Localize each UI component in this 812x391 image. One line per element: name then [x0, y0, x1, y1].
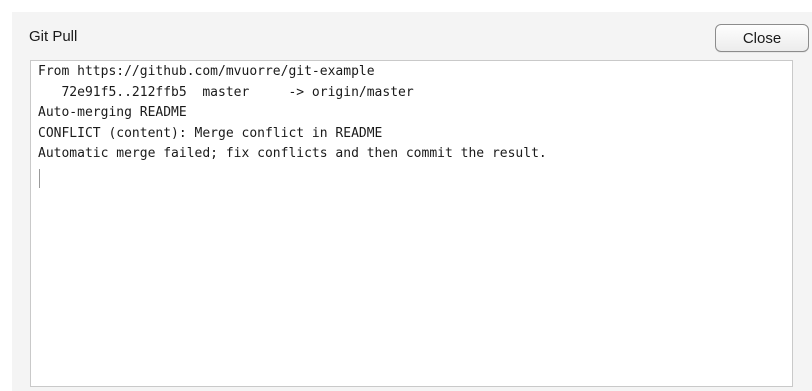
text-caret: [39, 169, 40, 188]
git-pull-dialog: Git Pull Close From https://github.com/m…: [12, 12, 812, 391]
close-button[interactable]: Close: [715, 24, 809, 52]
git-output-textarea[interactable]: From https://github.com/mvuorre/git-exam…: [30, 60, 793, 387]
output-line: 72e91f5..212ffb5 master -> origin/master: [38, 84, 414, 100]
output-line: CONFLICT (content): Merge conflict in RE…: [38, 125, 383, 141]
dialog-title: Git Pull: [29, 28, 78, 45]
output-line: Automatic merge failed; fix conflicts an…: [38, 146, 547, 161]
output-line: From https://github.com/mvuorre/git-exam…: [38, 64, 375, 79]
output-line: Auto-merging README: [38, 105, 187, 120]
